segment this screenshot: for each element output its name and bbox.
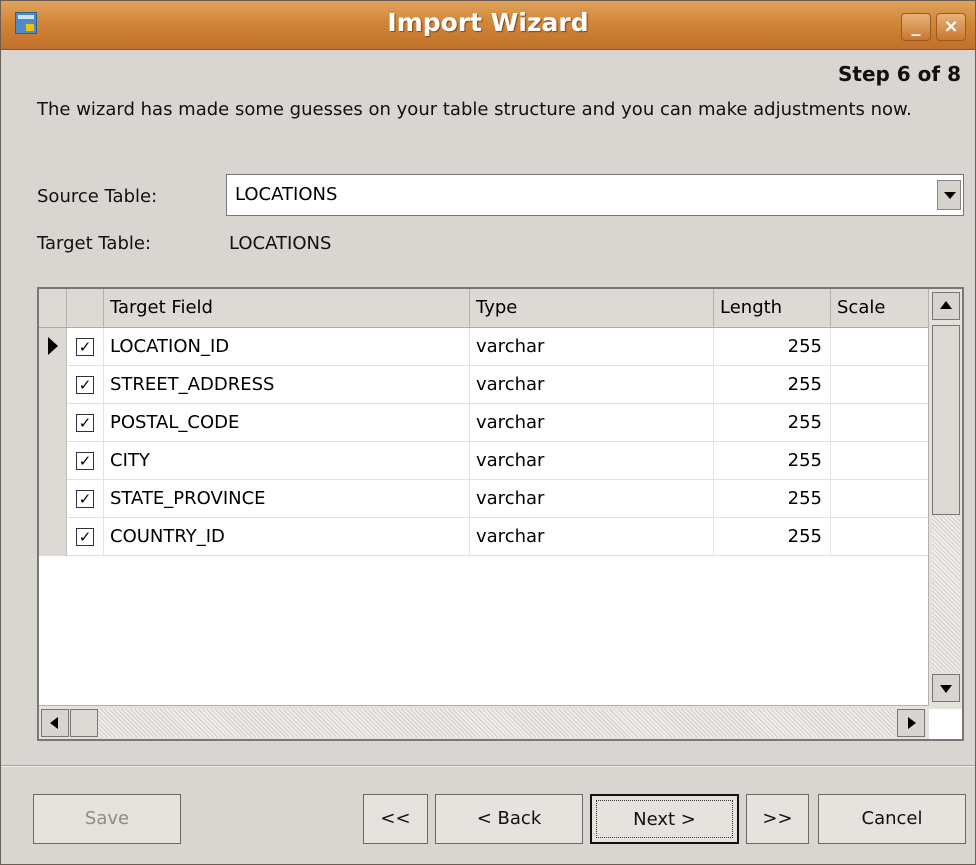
table-row[interactable]: ✓ CITY varchar 255 xyxy=(39,442,929,480)
target-field-header[interactable]: Target Field xyxy=(104,289,470,327)
row-indicator[interactable] xyxy=(39,366,67,404)
length-cell[interactable]: 255 xyxy=(714,404,831,442)
type-cell[interactable]: varchar xyxy=(470,366,714,404)
field-mapping-grid[interactable]: Target Field Type Length Scale ✓ LOCATIO… xyxy=(37,287,964,741)
chevron-down-icon[interactable] xyxy=(937,180,961,210)
include-field-cell[interactable]: ✓ xyxy=(67,480,104,518)
include-field-checkbox[interactable]: ✓ xyxy=(76,490,94,508)
target-field-cell[interactable]: POSTAL_CODE xyxy=(104,404,470,442)
target-field-cell[interactable]: COUNTRY_ID xyxy=(104,518,470,556)
type-cell[interactable]: varchar xyxy=(470,328,714,366)
row-indicator[interactable] xyxy=(39,328,67,366)
include-field-checkbox[interactable]: ✓ xyxy=(76,452,94,470)
next-button[interactable]: Next > xyxy=(590,794,739,844)
table-row[interactable]: ✓ LOCATION_ID varchar 255 xyxy=(39,328,929,366)
import-wizard-window: Import Wizard _ × Step 6 of 8 The wizard… xyxy=(0,0,976,865)
close-button[interactable]: × xyxy=(936,13,966,41)
type-header[interactable]: Type xyxy=(470,289,714,327)
target-field-cell[interactable]: CITY xyxy=(104,442,470,480)
include-field-cell[interactable]: ✓ xyxy=(67,366,104,404)
type-cell[interactable]: varchar xyxy=(470,442,714,480)
type-cell[interactable]: varchar xyxy=(470,404,714,442)
length-header[interactable]: Length xyxy=(714,289,831,327)
target-table-label: Target Table: xyxy=(37,233,152,254)
scroll-down-button[interactable] xyxy=(932,674,960,702)
type-cell[interactable]: varchar xyxy=(470,480,714,518)
source-table-value: LOCATIONS xyxy=(235,184,338,205)
row-pointer-icon xyxy=(48,337,58,355)
include-field-checkbox[interactable]: ✓ xyxy=(76,414,94,432)
wizard-description: The wizard has made some guesses on your… xyxy=(37,99,912,120)
source-table-select[interactable]: LOCATIONS xyxy=(226,174,964,216)
scroll-up-button[interactable] xyxy=(932,292,960,320)
row-indicator[interactable] xyxy=(39,518,67,556)
scale-header[interactable]: Scale xyxy=(831,289,929,327)
row-indicator-header xyxy=(39,289,67,327)
include-field-cell[interactable]: ✓ xyxy=(67,328,104,366)
row-indicator[interactable] xyxy=(39,404,67,442)
length-cell[interactable]: 255 xyxy=(714,366,831,404)
target-field-cell[interactable]: LOCATION_ID xyxy=(104,328,470,366)
length-cell[interactable]: 255 xyxy=(714,328,831,366)
vertical-scrollbar[interactable] xyxy=(928,289,962,709)
save-button[interactable]: Save xyxy=(33,794,181,844)
table-row[interactable]: ✓ STREET_ADDRESS varchar 255 xyxy=(39,366,929,404)
include-field-cell[interactable]: ✓ xyxy=(67,518,104,556)
title-bar[interactable]: Import Wizard _ × xyxy=(1,1,975,50)
length-cell[interactable]: 255 xyxy=(714,480,831,518)
include-field-checkbox[interactable]: ✓ xyxy=(76,528,94,546)
horizontal-scrollbar[interactable] xyxy=(39,705,929,739)
back-button[interactable]: < Back xyxy=(435,794,583,844)
target-table-value: LOCATIONS xyxy=(229,233,332,254)
grid-header: Target Field Type Length Scale xyxy=(39,289,929,328)
table-row[interactable]: ✓ STATE_PROVINCE varchar 255 xyxy=(39,480,929,518)
last-step-button[interactable]: >> xyxy=(746,794,809,844)
scale-cell[interactable] xyxy=(831,518,929,556)
horizontal-scroll-track[interactable] xyxy=(98,709,895,737)
include-field-cell[interactable]: ✓ xyxy=(67,442,104,480)
target-field-cell[interactable]: STREET_ADDRESS xyxy=(104,366,470,404)
window-title: Import Wizard xyxy=(387,8,589,37)
type-cell[interactable]: varchar xyxy=(470,518,714,556)
length-cell[interactable]: 255 xyxy=(714,442,831,480)
row-indicator[interactable] xyxy=(39,442,67,480)
scale-cell[interactable] xyxy=(831,480,929,518)
scale-cell[interactable] xyxy=(831,404,929,442)
include-field-checkbox[interactable]: ✓ xyxy=(76,338,94,356)
footer-divider xyxy=(1,765,975,767)
minimize-button[interactable]: _ xyxy=(901,13,931,41)
target-field-cell[interactable]: STATE_PROVINCE xyxy=(104,480,470,518)
table-row[interactable]: ✓ POSTAL_CODE varchar 255 xyxy=(39,404,929,442)
step-indicator: Step 6 of 8 xyxy=(837,62,961,86)
checkbox-header xyxy=(67,289,104,327)
scroll-right-button[interactable] xyxy=(897,709,925,737)
source-table-label: Source Table: xyxy=(37,186,158,207)
row-indicator[interactable] xyxy=(39,480,67,518)
vertical-scroll-thumb[interactable] xyxy=(932,325,960,515)
include-field-cell[interactable]: ✓ xyxy=(67,404,104,442)
first-step-button[interactable]: << xyxy=(363,794,428,844)
cancel-button[interactable]: Cancel xyxy=(818,794,966,844)
scale-cell[interactable] xyxy=(831,366,929,404)
length-cell[interactable]: 255 xyxy=(714,518,831,556)
table-row[interactable]: ✓ COUNTRY_ID varchar 255 xyxy=(39,518,929,556)
include-field-checkbox[interactable]: ✓ xyxy=(76,376,94,394)
scale-cell[interactable] xyxy=(831,328,929,366)
horizontal-scroll-thumb[interactable] xyxy=(70,709,98,737)
scroll-left-button[interactable] xyxy=(41,709,69,737)
scale-cell[interactable] xyxy=(831,442,929,480)
vertical-scroll-track[interactable] xyxy=(932,515,960,672)
